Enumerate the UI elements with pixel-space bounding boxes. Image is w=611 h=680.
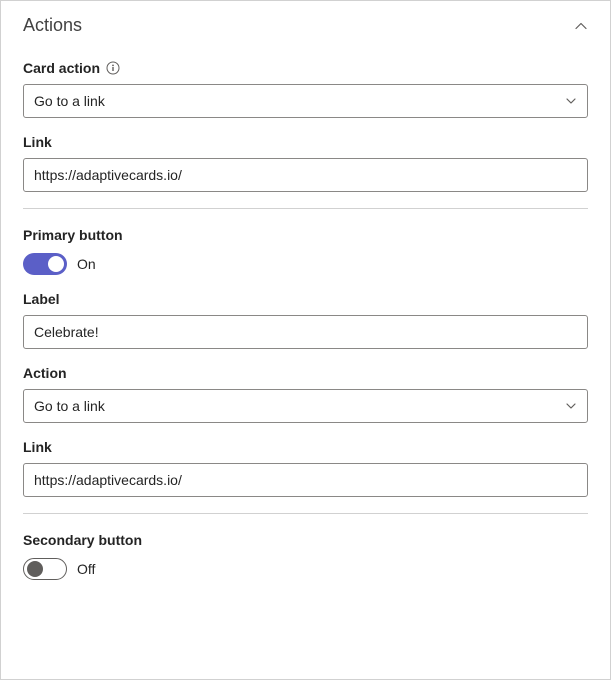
- primary-label-value: Celebrate!: [34, 324, 99, 340]
- card-action-label: Card action: [23, 60, 100, 76]
- info-icon[interactable]: [106, 61, 120, 75]
- card-action-link-input[interactable]: https://adaptivecards.io/: [23, 158, 588, 192]
- toggle-knob: [27, 561, 43, 577]
- card-action-group: Card action Go to a link: [23, 60, 588, 118]
- primary-action-label: Action: [23, 365, 588, 381]
- primary-label-input[interactable]: Celebrate!: [23, 315, 588, 349]
- panel-header[interactable]: Actions: [23, 15, 588, 36]
- primary-label-group: Label Celebrate!: [23, 291, 588, 349]
- primary-button-toggle[interactable]: [23, 253, 67, 275]
- primary-link-value: https://adaptivecards.io/: [34, 472, 182, 488]
- chevron-down-icon: [565, 95, 577, 107]
- card-action-link-label: Link: [23, 134, 588, 150]
- chevron-up-icon[interactable]: [574, 19, 588, 33]
- card-action-link-group: Link https://adaptivecards.io/: [23, 134, 588, 192]
- divider: [23, 208, 588, 209]
- primary-link-label: Link: [23, 439, 588, 455]
- primary-button-header: Primary button: [23, 227, 588, 243]
- chevron-down-icon: [565, 400, 577, 412]
- card-action-link-value: https://adaptivecards.io/: [34, 167, 182, 183]
- primary-button-toggle-row: On: [23, 253, 588, 275]
- card-action-value: Go to a link: [34, 93, 565, 109]
- secondary-button-toggle-row: Off: [23, 558, 588, 580]
- primary-button-toggle-state: On: [77, 256, 96, 272]
- primary-action-value: Go to a link: [34, 398, 565, 414]
- divider: [23, 513, 588, 514]
- card-action-label-row: Card action: [23, 60, 588, 76]
- secondary-button-toggle-state: Off: [77, 561, 95, 577]
- primary-link-group: Link https://adaptivecards.io/: [23, 439, 588, 497]
- panel-title: Actions: [23, 15, 82, 36]
- primary-action-group: Action Go to a link: [23, 365, 588, 423]
- toggle-knob: [48, 256, 64, 272]
- primary-label-label: Label: [23, 291, 588, 307]
- secondary-button-header: Secondary button: [23, 532, 588, 548]
- actions-panel: Actions Card action Go to a link Link ht…: [0, 0, 611, 680]
- primary-link-input[interactable]: https://adaptivecards.io/: [23, 463, 588, 497]
- card-action-select[interactable]: Go to a link: [23, 84, 588, 118]
- secondary-button-toggle[interactable]: [23, 558, 67, 580]
- primary-action-select[interactable]: Go to a link: [23, 389, 588, 423]
